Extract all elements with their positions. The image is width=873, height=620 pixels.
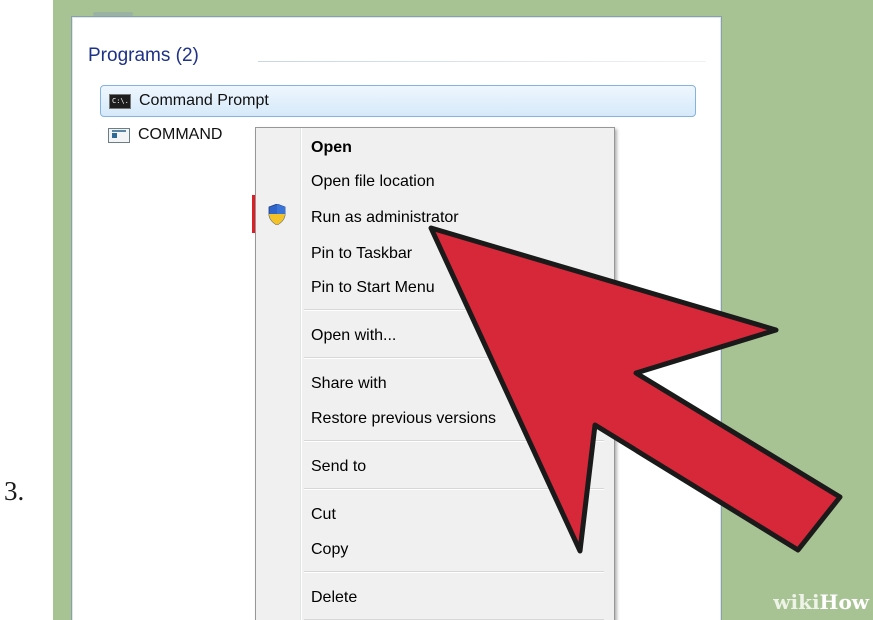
context-menu: Open Open file location Run as administr… xyxy=(255,127,615,620)
group-divider xyxy=(258,61,706,62)
menu-item-pin-to-taskbar[interactable]: Pin to Taskbar xyxy=(311,244,412,264)
start-search-panel: Programs (2) C:\. Command Prompt COMMAND… xyxy=(71,16,722,620)
cmd-icon: C:\. xyxy=(109,93,131,109)
menu-separator xyxy=(304,309,604,311)
menu-item-run-as-administrator[interactable]: Run as administrator xyxy=(311,208,459,228)
menu-item-send-to[interactable]: Send to xyxy=(311,457,366,477)
result-command-com[interactable]: COMMAND xyxy=(100,120,250,150)
menu-item-pin-to-start-menu[interactable]: Pin to Start Menu xyxy=(311,278,435,298)
menu-item-open-file-location[interactable]: Open file location xyxy=(311,172,435,192)
screenshot-frame: Programs (2) C:\. Command Prompt COMMAND… xyxy=(53,0,873,620)
watermark-how: How xyxy=(819,590,869,614)
menu-separator xyxy=(304,357,604,359)
prompt-icon xyxy=(108,127,130,143)
programs-group-header: Programs (2) xyxy=(88,45,199,66)
watermark-wiki: wiki xyxy=(773,590,820,614)
menu-item-open[interactable]: Open xyxy=(311,138,352,158)
menu-separator xyxy=(304,571,604,573)
result-command-prompt[interactable]: C:\. Command Prompt xyxy=(100,85,696,117)
menu-item-cut[interactable]: Cut xyxy=(311,505,336,525)
result-label: COMMAND xyxy=(138,126,223,143)
uac-shield-icon xyxy=(268,204,286,225)
menu-item-share-with[interactable]: Share with xyxy=(311,374,387,394)
wikihow-watermark: wikiHow xyxy=(773,590,869,614)
result-label: Command Prompt xyxy=(139,92,269,109)
menu-gutter-line xyxy=(301,128,302,620)
menu-item-copy[interactable]: Copy xyxy=(311,540,348,560)
menu-separator xyxy=(304,488,604,490)
menu-item-delete[interactable]: Delete xyxy=(311,588,357,608)
menu-item-restore-previous-versions[interactable]: Restore previous versions xyxy=(311,409,496,429)
menu-icon-gutter xyxy=(256,128,301,620)
menu-separator xyxy=(304,440,604,442)
step-number: 3. xyxy=(4,476,25,506)
menu-item-open-with[interactable]: Open with... xyxy=(311,326,396,346)
